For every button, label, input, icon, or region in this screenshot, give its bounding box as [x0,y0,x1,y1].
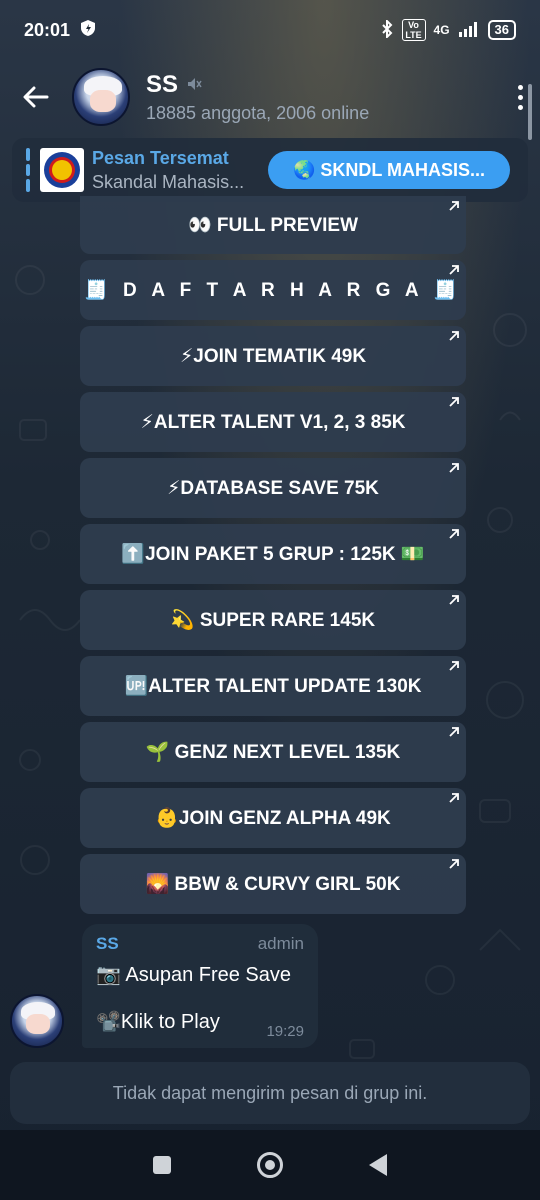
message-line: 📷 Asupan Free Save [96,964,292,986]
kb-button-label: ⚡ALTER TALENT V1, 2, 3 85K [140,411,406,433]
kb-button-join-tematik[interactable]: ⚡JOIN TEMATIK 49K [80,326,466,386]
pinned-thumbnail [40,148,84,192]
kb-button-join-paket[interactable]: ⬆️JOIN PAKET 5 GRUP : 125K 💵 [80,524,466,584]
chat-title-row: SS [146,71,369,99]
input-placeholder: Tidak dapat mengirim pesan di grup ini. [112,1082,428,1103]
recents-icon[interactable] [153,1156,171,1174]
kb-button-label: 👶JOIN GENZ ALPHA 49K [155,808,391,829]
external-arrow-icon [448,528,460,540]
pinned-message-bar[interactable]: Pesan Tersemat Skandal Mahasis... 🌏 SKND… [12,138,528,202]
external-arrow-icon [448,462,460,474]
status-time: 20:01 [24,19,71,40]
chat-info[interactable]: SS 18885 anggota, 2006 online [146,71,369,124]
external-arrow-icon [448,396,460,408]
battery-icon: 36 [487,20,516,40]
kb-button-label: 🧾 D A F T A R H A R G A 🧾 [84,280,462,301]
kb-button-full-preview[interactable]: 👀 FULL PREVIEW [80,196,466,254]
external-arrow-icon [448,330,460,342]
chat-title: SS [146,70,179,98]
message-role: admin [257,934,304,953]
chat-header: SS 18885 anggota, 2006 online [0,58,540,136]
scrollbar[interactable] [528,84,532,140]
pinned-body: Skandal Mahasis... [92,171,245,192]
home-icon[interactable] [257,1152,283,1178]
back-triangle-icon[interactable] [369,1154,387,1176]
external-arrow-icon [448,660,460,672]
volte-badge: Vo LTE [401,19,426,41]
kb-button-super-rare[interactable]: 💫 SUPER RARE 145K [80,590,466,650]
kb-button-label: 🌱 GENZ NEXT LEVEL 135K [145,742,401,763]
kb-button-label: 👀 FULL PREVIEW [187,215,359,236]
kb-button-label: ⚡JOIN TEMATIK 49K [179,345,367,367]
kb-button-label: ⬆️JOIN PAKET 5 GRUP : 125K 💵 [121,544,425,565]
external-arrow-icon [448,200,460,212]
external-arrow-icon [448,858,460,870]
shield-icon [80,19,96,42]
kb-button-join-genz-alpha[interactable]: 👶JOIN GENZ ALPHA 49K [80,788,466,848]
message-time: 19:29 [266,1023,304,1040]
external-arrow-icon [448,264,460,276]
arrow-left-icon [23,86,49,108]
inline-keyboard: 👀 FULL PREVIEW 🧾 D A F T A R H A R G A 🧾… [80,196,466,920]
kb-button-daftar-harga[interactable]: 🧾 D A F T A R H A R G A 🧾 [80,260,466,320]
group-avatar[interactable] [72,68,130,126]
kb-button-label: 💫 SUPER RARE 145K [170,610,376,631]
network-label: 4G [433,23,450,37]
kb-button-alter-talent[interactable]: ⚡ALTER TALENT V1, 2, 3 85K [80,392,466,452]
more-menu-icon[interactable] [510,72,530,122]
muted-icon [186,71,202,99]
external-arrow-icon [448,594,460,606]
status-bar: 20:01 Vo LTE 4G 36 [0,0,540,60]
kb-button-bbw-curvy[interactable]: 🌄 BBW & CURVY GIRL 50K [80,854,466,914]
bluetooth-icon [380,18,394,41]
message-input-disabled: Tidak dapat mengirim pesan di grup ini. [10,1062,530,1124]
sender-avatar[interactable] [10,994,64,1048]
signal-icon [458,21,480,40]
kb-button-database-save[interactable]: ⚡DATABASE SAVE 75K [80,458,466,518]
system-nav-bar [0,1130,540,1200]
kb-button-label: 🌄 BBW & CURVY GIRL 50K [145,874,401,895]
message-sender[interactable]: SS [96,934,119,954]
kb-button-label: ⚡DATABASE SAVE 75K [167,477,379,499]
external-arrow-icon [448,792,460,804]
pinned-indicator [26,148,30,193]
kb-button-label: 🆙ALTER TALENT UPDATE 130K [124,676,422,697]
back-button[interactable] [0,67,72,127]
message-bubble[interactable]: SS admin 📷 Asupan Free Save 📽️Klik to Pl… [82,924,318,1048]
pinned-title: Pesan Tersemat [92,147,229,168]
kb-button-genz-next-level[interactable]: 🌱 GENZ NEXT LEVEL 135K [80,722,466,782]
status-icons: Vo LTE 4G 36 [380,18,516,41]
pinned-action-button[interactable]: 🌏 SKNDL MAHASIS... [268,151,510,189]
kb-button-alter-talent-update[interactable]: 🆙ALTER TALENT UPDATE 130K [80,656,466,716]
chat-subtitle: 18885 anggota, 2006 online [146,102,370,123]
external-arrow-icon [448,726,460,738]
